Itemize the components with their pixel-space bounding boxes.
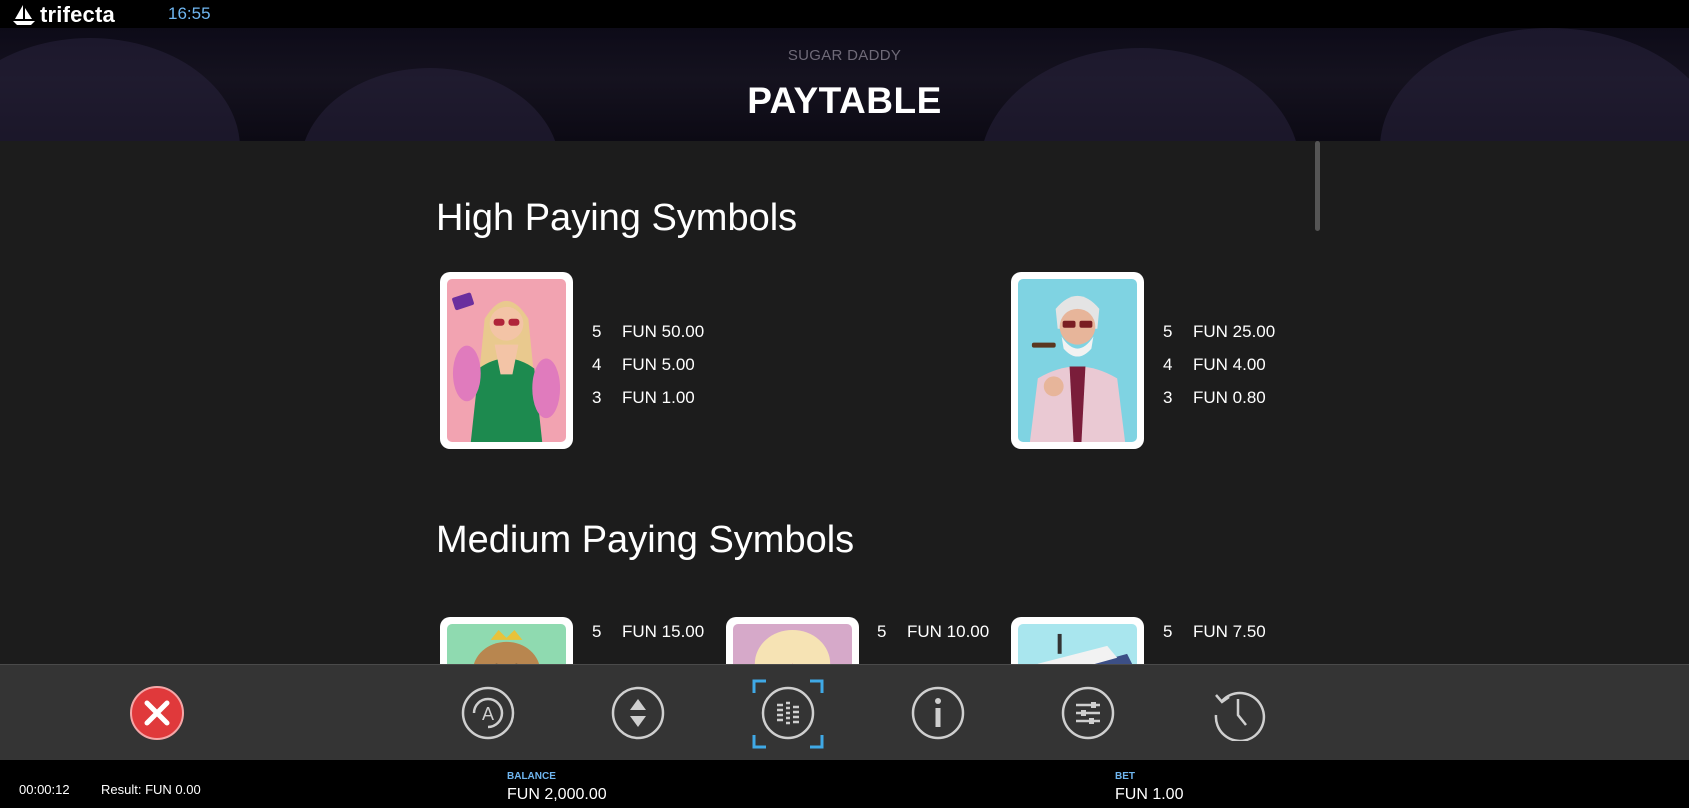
- pay-count: 5: [1163, 621, 1173, 641]
- bet-adjust-icon: [611, 686, 665, 740]
- scrollbar-thumb[interactable]: [1315, 141, 1320, 231]
- autoplay-icon: A: [461, 686, 515, 740]
- close-button[interactable]: [129, 685, 185, 741]
- brand-name: trifecta: [40, 2, 115, 27]
- pay-list-dog: 5 FUN 15.00: [592, 615, 704, 648]
- sailboat-logo-icon: [13, 5, 35, 25]
- history-button[interactable]: [1210, 685, 1266, 741]
- medium-paying-title: Medium Paying Symbols: [436, 519, 855, 561]
- paytable-content[interactable]: High Paying Symbols 5 FUN 50.00 4 FUN 5.00…: [0, 141, 1689, 664]
- balance-value: FUN 2,000.00: [507, 786, 607, 803]
- pay-list-woman: 5 FUN 50.00 4 FUN 5.00 3 FUN 1.00: [592, 315, 704, 414]
- svg-text:A: A: [482, 704, 494, 724]
- woman-in-green-dress-icon: [447, 279, 566, 442]
- bet-adjust-button[interactable]: [610, 685, 666, 741]
- pay-value: FUN 10.00: [907, 621, 990, 641]
- paytable-button[interactable]: [760, 685, 816, 741]
- paytable-icon: [761, 686, 815, 740]
- status-bar: 00:00:12 Result: FUN 0.00 BALANCE FUN 2,…: [0, 760, 1689, 808]
- pay-count: 5: [1163, 321, 1173, 341]
- pay-row: 3 FUN 0.80: [1163, 381, 1275, 414]
- pay-row: 4 FUN 5.00: [592, 348, 704, 381]
- pay-row: 5 FUN 25.00: [1163, 315, 1275, 348]
- pay-value: FUN 25.00: [1193, 321, 1276, 341]
- top-bar: trifecta 16:55: [0, 0, 1689, 28]
- pay-count: 3: [592, 387, 602, 407]
- last-result: Result: FUN 0.00: [101, 782, 201, 797]
- pay-value: FUN 1.00: [622, 387, 695, 407]
- info-button[interactable]: [910, 685, 966, 741]
- settings-icon: [1061, 686, 1115, 740]
- session-timer: 00:00:12: [19, 782, 70, 797]
- bet-label: BET: [1115, 771, 1135, 782]
- symbol-card-sugar-daddy: [1011, 272, 1144, 449]
- pay-value: FUN 4.00: [1193, 354, 1266, 374]
- pay-count: 4: [592, 354, 602, 374]
- paytable-header: SUGAR DADDY PAYTABLE: [0, 28, 1689, 141]
- pay-list-yacht: 5 FUN 7.50: [1163, 615, 1266, 648]
- pay-row: 5 FUN 50.00: [592, 315, 704, 348]
- poodle-icon: [733, 624, 852, 664]
- dog-with-crown-icon: [447, 624, 566, 664]
- pay-row: 5 FUN 15.00: [592, 615, 704, 648]
- pay-row: 3 FUN 1.00: [592, 381, 704, 414]
- pay-count: 5: [877, 621, 887, 641]
- symbol-card-yacht: [1011, 617, 1144, 664]
- pay-list-poodle: 5 FUN 10.00: [877, 615, 989, 648]
- pay-value: FUN 0.80: [1193, 387, 1266, 407]
- pay-row: 5 FUN 7.50: [1163, 615, 1266, 648]
- autoplay-button[interactable]: A: [460, 685, 516, 741]
- pay-row: 4 FUN 4.00: [1163, 348, 1275, 381]
- pay-value: FUN 7.50: [1193, 621, 1266, 641]
- history-icon: [1214, 691, 1266, 741]
- symbol-card-poodle: [726, 617, 859, 664]
- page-title: PAYTABLE: [747, 80, 942, 121]
- pay-count: 3: [1163, 387, 1173, 407]
- pay-list-sugar-daddy: 5 FUN 25.00 4 FUN 4.00 3 FUN 0.80: [1163, 315, 1275, 414]
- pay-count: 4: [1163, 354, 1173, 374]
- bottom-toolbar: A: [0, 664, 1689, 760]
- balance-label: BALANCE: [507, 771, 556, 782]
- clock: 16:55: [168, 4, 211, 23]
- symbol-card-woman: [440, 272, 573, 449]
- pay-count: 5: [592, 321, 602, 341]
- settings-button[interactable]: [1060, 685, 1116, 741]
- pay-row: 5 FUN 10.00: [877, 615, 989, 648]
- info-icon: [911, 686, 965, 740]
- pay-count: 5: [592, 621, 602, 641]
- brand-logo: trifecta: [12, 2, 115, 28]
- high-paying-title: High Paying Symbols: [436, 197, 798, 239]
- pay-value: FUN 5.00: [622, 354, 695, 374]
- symbol-card-dog: [440, 617, 573, 664]
- yacht-icon: [1018, 624, 1137, 664]
- sugar-daddy-with-cigar-icon: [1018, 279, 1137, 442]
- close-icon: [130, 686, 184, 740]
- pay-value: FUN 15.00: [622, 621, 705, 641]
- game-name: SUGAR DADDY: [787, 47, 902, 64]
- pay-value: FUN 50.00: [622, 321, 705, 341]
- bet-value: FUN 1.00: [1115, 786, 1184, 803]
